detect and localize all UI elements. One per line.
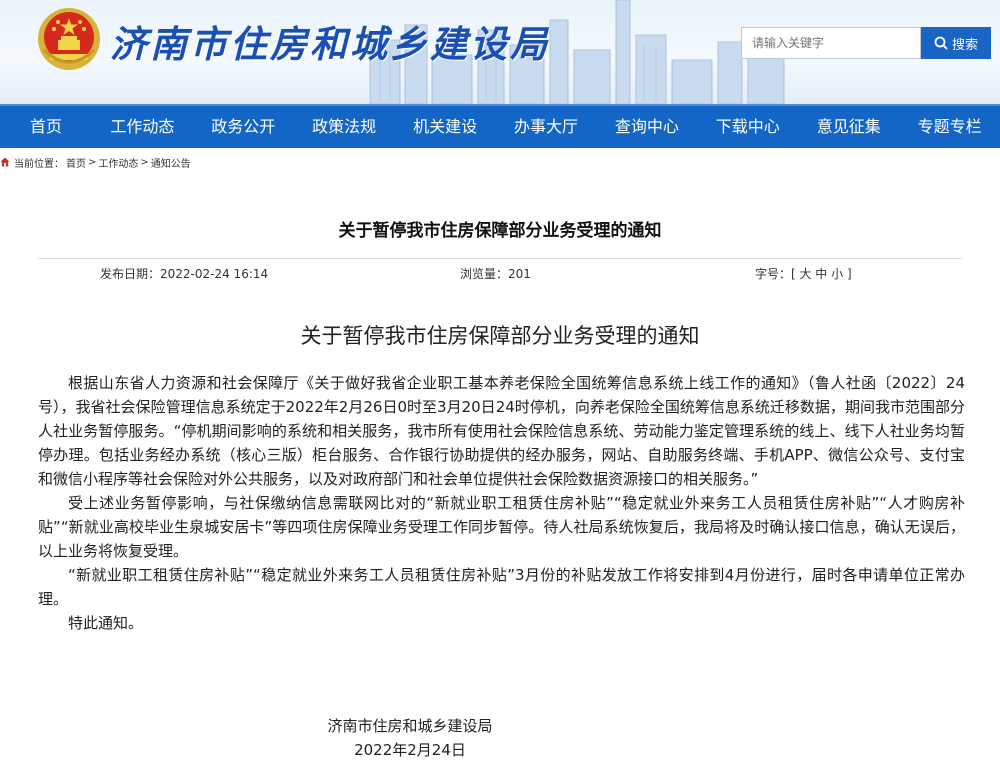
breadcrumb-home-link[interactable]: 首页 [66, 155, 86, 170]
nav-item-feedback[interactable]: 意见征集 [798, 106, 899, 148]
view-count: 浏览量：201 [460, 267, 531, 281]
article-signature: 济南市住房和城乡建设局 2022年2月24日 [0, 714, 820, 762]
page-title: 关于暂停我市住房保障部分业务受理的通知 [338, 221, 662, 241]
article-paragraph: 根据山东省人力资源和社会保障厅《关于做好我省企业职工基本养老保险全国统筹信息系统… [38, 374, 965, 488]
search-icon [934, 36, 948, 50]
nav-item-service-hall[interactable]: 办事大厅 [496, 106, 597, 148]
article-meta: 发布日期：2022-02-24 16:14 浏览量：201 字号：[ 大 中 小… [38, 258, 962, 282]
breadcrumb: 当前位置： 首页 > 工作动态 > 通知公告 [0, 152, 191, 172]
breadcrumb-label: 当前位置： [14, 158, 64, 170]
site-title: 济南市住房和城乡建设局 [110, 22, 550, 66]
nav-item-downloads[interactable]: 下载中心 [697, 106, 798, 148]
breadcrumb-notices-link[interactable]: 通知公告 [151, 155, 191, 170]
nav-item-agency-building[interactable]: 机关建设 [395, 106, 496, 148]
search-button-label: 搜索 [951, 37, 978, 53]
article-paragraph: 受上述业务暂停影响，与社保缴纳信息需联网比对的“新就业职工租赁住房补贴”“稳定就… [38, 494, 965, 560]
font-size-control[interactable]: 字号：[ 大 中 小 ] [755, 265, 852, 282]
nav-item-home[interactable]: 首页 [0, 106, 92, 148]
breadcrumb-separator: > [88, 156, 97, 168]
search-input[interactable] [741, 27, 921, 59]
nav-item-query-center[interactable]: 查询中心 [596, 106, 697, 148]
nav-item-work-news[interactable]: 工作动态 [92, 106, 193, 148]
signature-date: 2022年2月24日 [354, 741, 466, 759]
national-emblem-icon [38, 8, 100, 70]
site-header: 济南市住房和城乡建设局 搜索 [0, 0, 1000, 104]
search-button[interactable]: 搜索 [921, 27, 991, 59]
article-heading: 关于暂停我市住房保障部分业务受理的通知 [300, 324, 700, 348]
article-paragraph: 特此通知。 [68, 614, 144, 632]
nav-item-policies[interactable]: 政策法规 [294, 106, 395, 148]
main-nav: 首页 工作动态 政务公开 政策法规 机关建设 办事大厅 查询中心 下载中心 意见… [0, 104, 1000, 148]
article-body: 根据山东省人力资源和社会保障厅《关于做好我省企业职工基本养老保险全国统筹信息系统… [38, 371, 965, 635]
publish-date: 发布日期：2022-02-24 16:14 [100, 267, 269, 281]
nav-item-special-topics[interactable]: 专题专栏 [899, 106, 1000, 148]
breadcrumb-work-news-link[interactable]: 工作动态 [98, 155, 138, 170]
home-icon [0, 157, 10, 167]
nav-item-gov-affairs[interactable]: 政务公开 [193, 106, 294, 148]
breadcrumb-separator: > [140, 156, 149, 168]
article-paragraph: “新就业职工租赁住房补贴”“稳定就业外来务工人员租赁住房补贴”3月份的补贴发放工… [38, 566, 965, 608]
signature-org: 济南市住房和城乡建设局 [327, 717, 493, 735]
